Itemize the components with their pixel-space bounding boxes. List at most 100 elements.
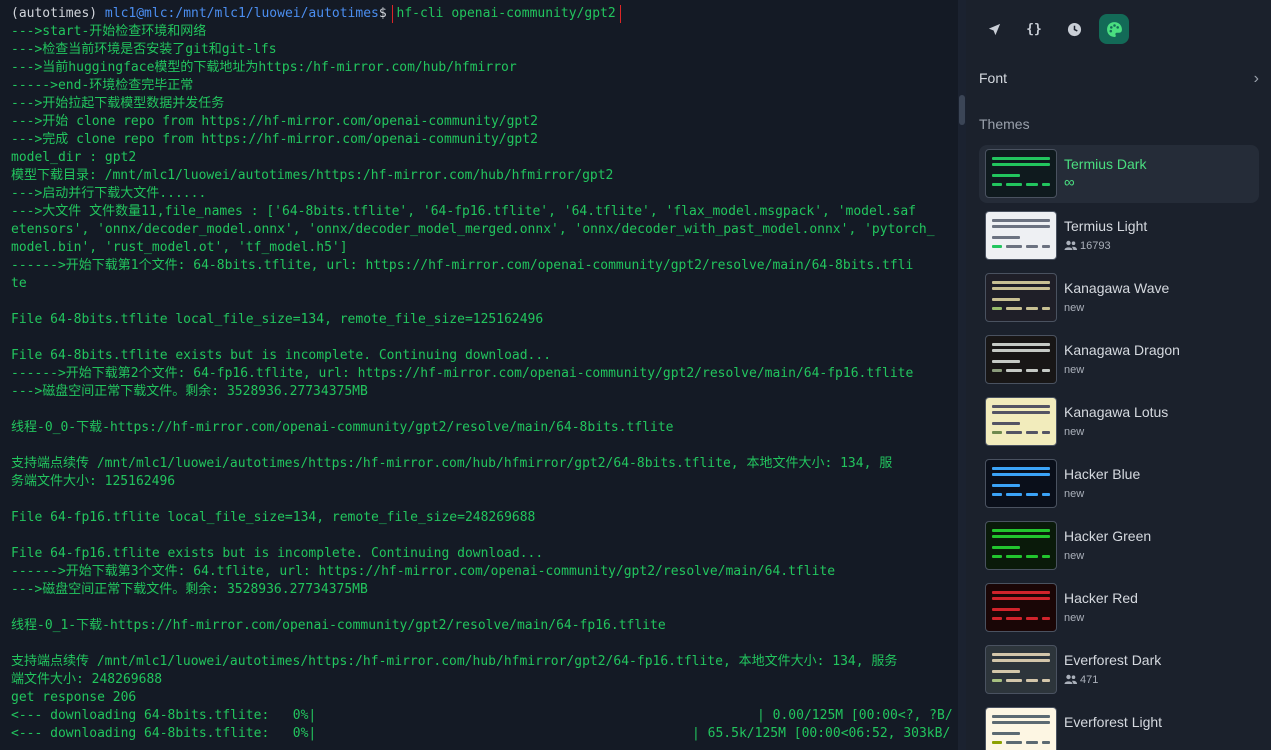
terminal-line: File 64-8bits.tflite local_file_size=134… bbox=[11, 312, 544, 327]
thumbnail-bar bbox=[992, 659, 1050, 662]
thumbnail-bar bbox=[992, 287, 1050, 290]
thumbnail-bar bbox=[992, 405, 1050, 408]
terminal-line: 务端文件大小: 125162496 bbox=[11, 474, 176, 489]
progress-label: <--- downloading 64-8bits.tflite: 0%| bbox=[11, 708, 317, 723]
theme-item-hacker-red[interactable]: Hacker Red new bbox=[979, 579, 1259, 637]
terminal-line: ----->end-环境检查完毕正常 bbox=[11, 78, 194, 93]
theme-subtitle-text: new bbox=[1064, 426, 1085, 438]
thumbnail-bar bbox=[1026, 431, 1038, 434]
theme-name: Kanagawa Lotus bbox=[1064, 404, 1169, 420]
theme-subtitle: new bbox=[1064, 302, 1084, 314]
thumbnail-bar bbox=[1026, 493, 1038, 496]
progress-label: <--- downloading 64-8bits.tflite: 0%| bbox=[11, 726, 317, 741]
thumbnail-bar bbox=[992, 670, 1020, 673]
terminal-line: --->磁盘空间正常下载文件。剩余: 3528936.27734375MB bbox=[11, 582, 368, 597]
thumbnail-bar bbox=[992, 591, 1050, 594]
chevron-right-icon: › bbox=[1253, 70, 1259, 87]
theme-subtitle-text: new bbox=[1064, 488, 1085, 500]
thumbnail-bar bbox=[992, 236, 1020, 239]
thumbnail-bar bbox=[1026, 369, 1038, 372]
thumbnail-bar bbox=[992, 431, 1002, 434]
braces-icon[interactable]: {} bbox=[1019, 14, 1049, 44]
thumbnail-bar bbox=[992, 369, 1002, 372]
theme-subtitle-text: ∞ bbox=[1064, 174, 1075, 191]
thumbnail-bar bbox=[992, 529, 1050, 532]
theme-preview-thumbnail bbox=[985, 397, 1057, 446]
theme-item-kanagawa-lotus[interactable]: Kanagawa Lotus new bbox=[979, 393, 1259, 451]
theme-item-termius-light[interactable]: Termius Light 16793 bbox=[979, 207, 1259, 265]
theme-name: Kanagawa Dragon bbox=[1064, 342, 1180, 358]
thumbnail-bar bbox=[992, 343, 1050, 346]
theme-name: Hacker Blue bbox=[1064, 466, 1141, 482]
progress-stats: | 0.00/125M [00:00<?, ?B/ bbox=[757, 708, 953, 723]
users-icon bbox=[1064, 240, 1077, 250]
theme-item-kanagawa-wave[interactable]: Kanagawa Wave new bbox=[979, 269, 1259, 327]
theme-item-everforest-dark[interactable]: Everforest Dark 471 bbox=[979, 641, 1259, 699]
thumbnail-bar bbox=[1042, 555, 1050, 558]
terminal-output[interactable]: (autotimes) mlc1@mlc:/mnt/mlc1/luowei/au… bbox=[0, 0, 958, 750]
thumbnail-bar bbox=[1042, 369, 1050, 372]
highlighted-command: hf-cli openai-community/gpt2 bbox=[391, 5, 621, 23]
theme-subtitle-text: new bbox=[1064, 302, 1085, 314]
thumbnail-bar bbox=[1042, 183, 1050, 186]
thumbnail-bar bbox=[992, 411, 1050, 414]
theme-preview-thumbnail bbox=[985, 273, 1057, 322]
terminal-scrollbar[interactable] bbox=[958, 0, 966, 750]
users-icon bbox=[1064, 674, 1077, 684]
theme-name: Termius Light bbox=[1064, 218, 1148, 234]
theme-item-hacker-green[interactable]: Hacker Green new bbox=[979, 517, 1259, 575]
thumbnail-bar bbox=[1006, 555, 1022, 558]
theme-item-kanagawa-dragon[interactable]: Kanagawa Dragon new bbox=[979, 331, 1259, 389]
theme-name: Everforest Dark bbox=[1064, 652, 1162, 668]
theme-preview-thumbnail bbox=[985, 459, 1057, 508]
scrollbar-thumb[interactable] bbox=[959, 95, 965, 125]
thumbnail-bar bbox=[992, 653, 1050, 656]
theme-item-hacker-blue[interactable]: Hacker Blue new bbox=[979, 455, 1259, 513]
thumbnail-bar bbox=[992, 157, 1050, 160]
thumbnail-bar bbox=[992, 555, 1002, 558]
thumbnail-bar bbox=[1006, 245, 1022, 248]
thumbnail-bar bbox=[992, 597, 1050, 600]
terminal-line: File 64-8bits.tflite exists but is incom… bbox=[11, 348, 552, 363]
thumbnail-bar bbox=[992, 493, 1002, 496]
theme-name: Hacker Red bbox=[1064, 590, 1138, 606]
thumbnail-bar bbox=[992, 281, 1050, 284]
theme-item-everforest-light[interactable]: Everforest Light bbox=[979, 703, 1259, 750]
thumbnail-bar bbox=[1026, 555, 1038, 558]
settings-panel: {} Font › Themes Termius Dark ∞ Termius Li… bbox=[966, 0, 1271, 750]
thumbnail-bar bbox=[992, 608, 1020, 611]
theme-preview-thumbnail bbox=[985, 335, 1057, 384]
history-icon[interactable] bbox=[1059, 14, 1089, 44]
theme-subtitle: new bbox=[1064, 426, 1084, 438]
thumbnail-bar bbox=[992, 484, 1020, 487]
terminal-line: --->当前huggingface模型的下载地址为https:/hf-mirro… bbox=[11, 60, 517, 75]
rocket-icon[interactable] bbox=[979, 14, 1009, 44]
theme-item-termius-dark[interactable]: Termius Dark ∞ bbox=[979, 145, 1259, 203]
thumbnail-bar bbox=[992, 298, 1020, 301]
thumbnail-bar bbox=[1026, 307, 1038, 310]
theme-preview-thumbnail bbox=[985, 149, 1057, 198]
thumbnail-bar bbox=[1042, 431, 1050, 434]
terminal-line: 支持端点续传 /mnt/mlc1/luowei/autotimes/https:… bbox=[11, 456, 893, 471]
terminal-line: 线程-0_0-下载-https://hf-mirror.com/openai-c… bbox=[11, 420, 674, 435]
thumbnail-bar bbox=[1026, 741, 1038, 744]
thumbnail-bar bbox=[1042, 307, 1050, 310]
themes-heading: Themes bbox=[979, 116, 1030, 132]
font-setting-row[interactable]: Font › bbox=[979, 70, 1259, 90]
theme-name: Termius Dark bbox=[1064, 156, 1147, 172]
palette-icon[interactable] bbox=[1099, 14, 1129, 44]
thumbnail-bar bbox=[992, 245, 1002, 248]
terminal-line: ------>开始下载第3个文件: 64.tflite, url: https:… bbox=[11, 564, 836, 579]
prompt-line: (autotimes) mlc1@mlc:/mnt/mlc1/luowei/au… bbox=[11, 5, 958, 23]
terminal-line: 支持端点续传 /mnt/mlc1/luowei/autotimes/https:… bbox=[11, 654, 898, 669]
thumbnail-bar bbox=[1006, 679, 1022, 682]
thumbnail-bar bbox=[992, 183, 1002, 186]
theme-subtitle: new bbox=[1064, 612, 1084, 624]
theme-subtitle-text: new bbox=[1064, 550, 1085, 562]
